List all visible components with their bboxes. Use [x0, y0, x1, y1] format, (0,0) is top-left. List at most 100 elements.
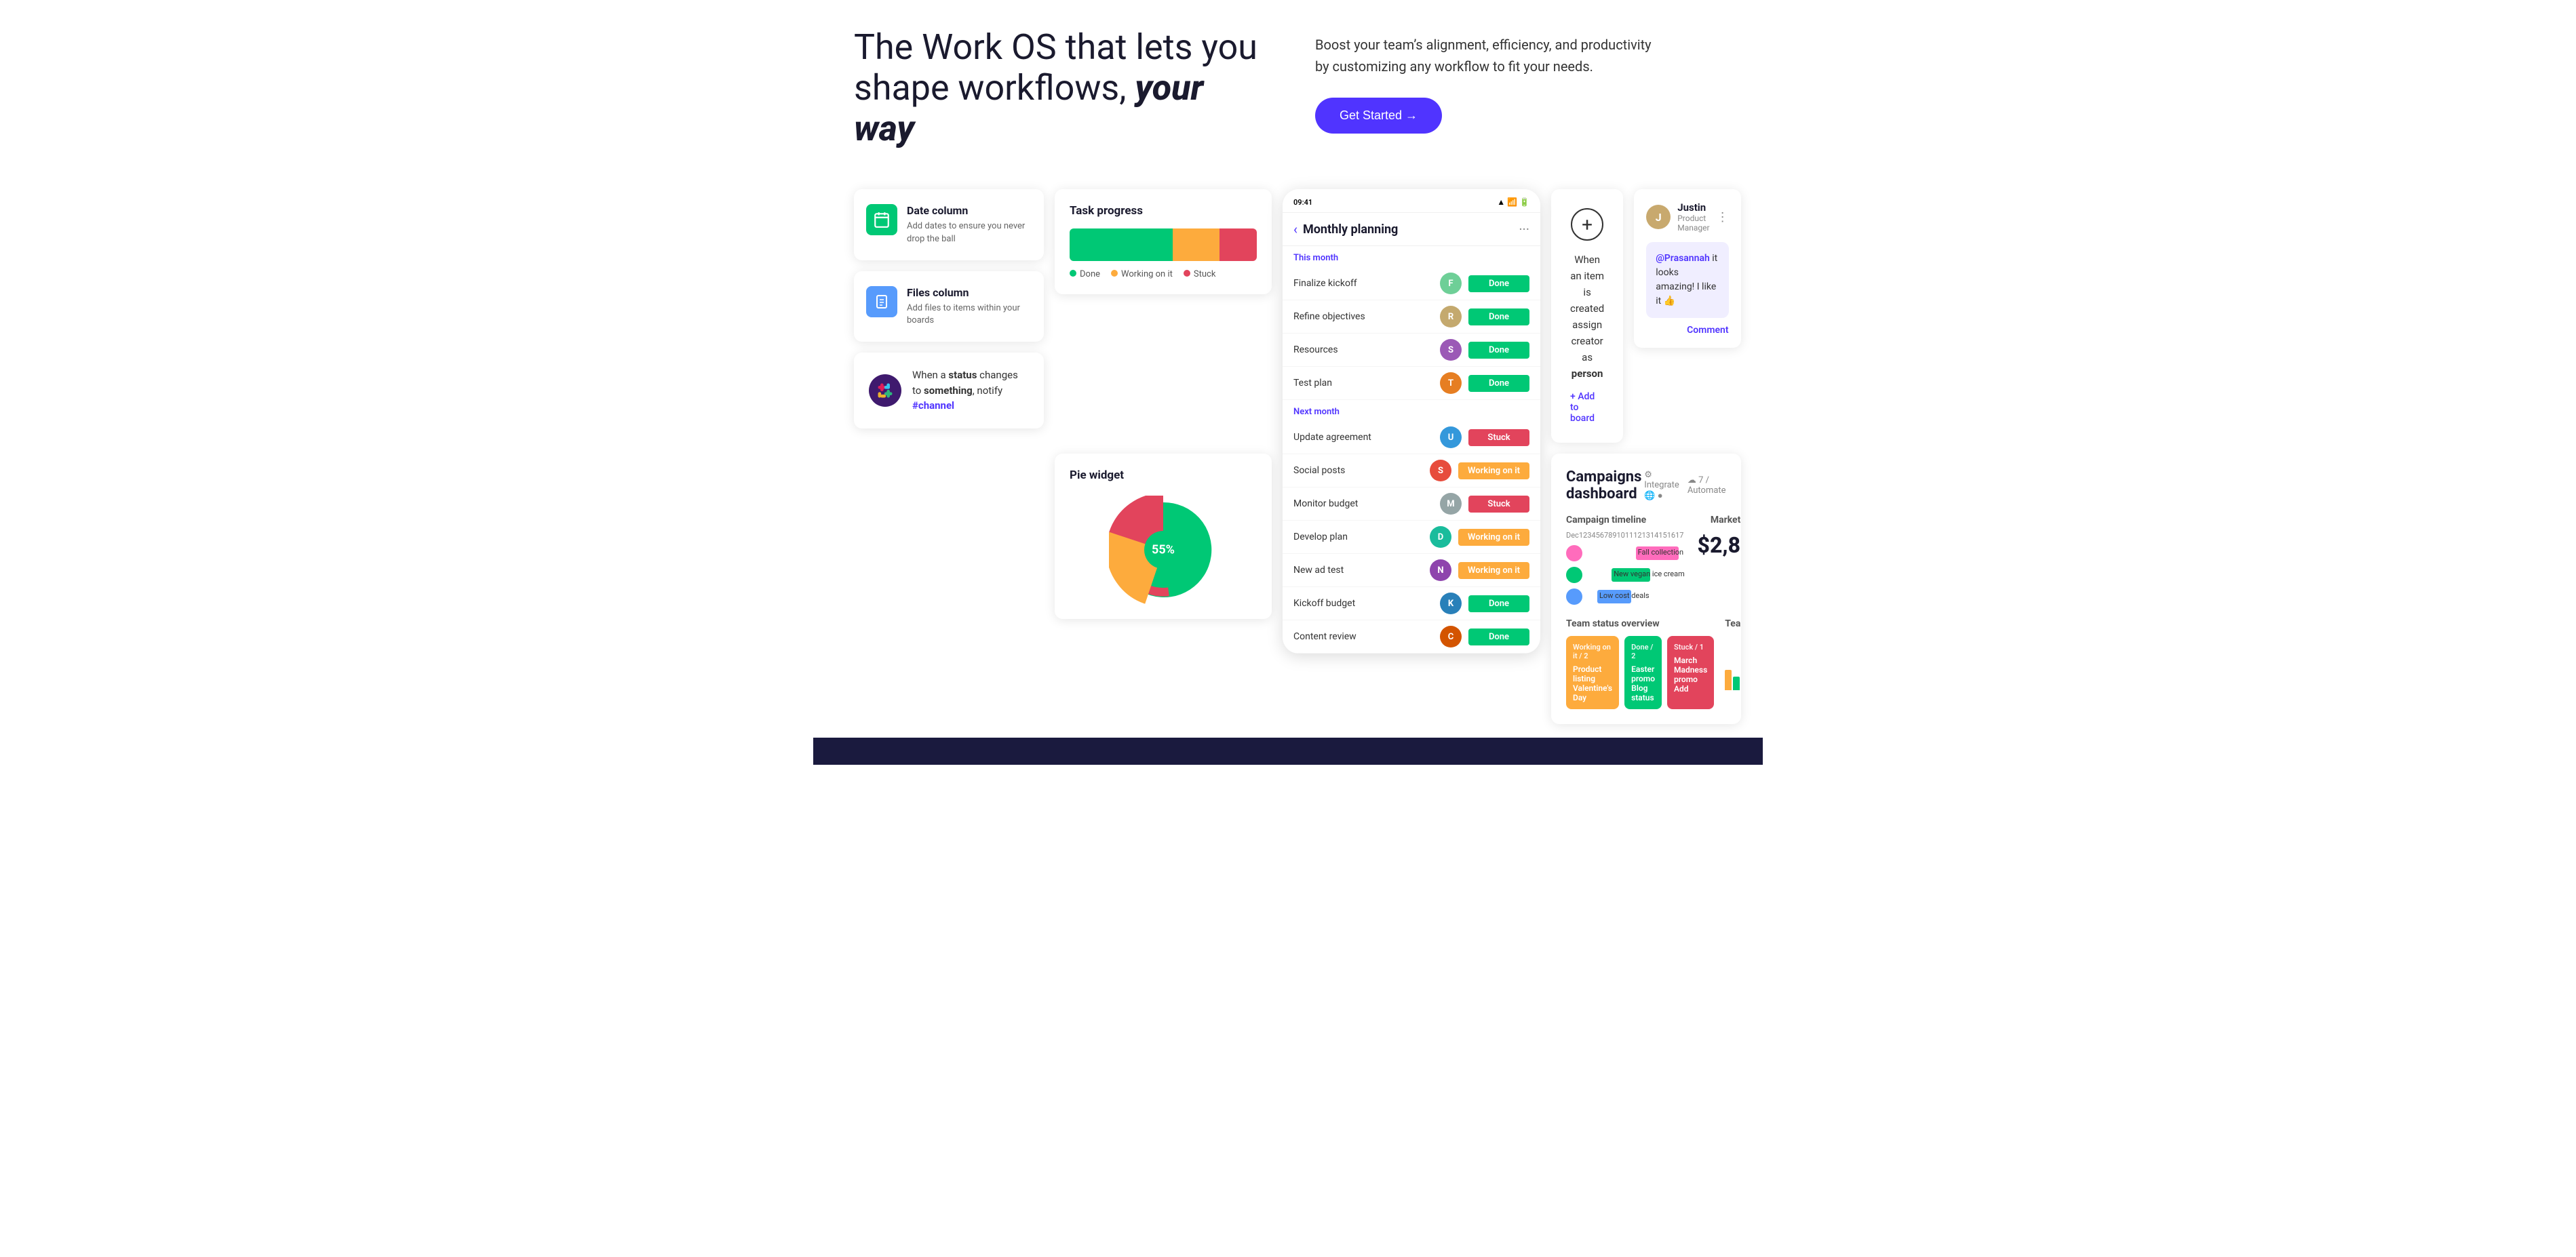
pie-widget-title: Pie widget	[1070, 468, 1124, 482]
left-column: Date column Add dates to ensure you neve…	[854, 189, 1044, 428]
automation-text: When a status changes to something, noti…	[912, 367, 1029, 414]
slack-icon	[869, 374, 901, 407]
legend-stuck: Stuck	[1184, 269, 1216, 279]
commenter-avatar: J	[1646, 205, 1671, 229]
section-this-month: This month	[1283, 246, 1540, 267]
table-row: Refine objectives R Done	[1283, 300, 1540, 334]
pie-chart: 55%	[1109, 496, 1217, 604]
status-badge: Stuck	[1468, 429, 1529, 446]
avatar: R	[1440, 306, 1462, 327]
automation-right-text: When an item is created assign creator a…	[1570, 252, 1604, 382]
team-status-cards-col: Team status overview Working on it / 2 P…	[1566, 618, 1714, 709]
avatar: D	[1430, 526, 1451, 548]
status-badge: Done	[1468, 308, 1529, 325]
progress-legend: Done Working on it Stuck	[1070, 269, 1257, 279]
table-row: Kickoff budget K Done	[1283, 587, 1540, 620]
table-row: Finalize kickoff F Done	[1283, 267, 1540, 300]
avatar: M	[1440, 493, 1462, 515]
status-mini-label: Done / 2	[1631, 643, 1655, 660]
avatar: S	[1440, 339, 1462, 361]
pie-widget-card: Pie widget	[1055, 454, 1272, 619]
phone-signal-icon: ▲ 📶 🔋	[1497, 197, 1529, 207]
status-mini-label: Working on it / 2	[1573, 643, 1612, 660]
timeline-label: Fall collection	[1638, 548, 1684, 557]
phone-status-bar: 09:41 ▲ 📶 🔋	[1283, 189, 1540, 213]
table-row: Resources S Done	[1283, 334, 1540, 367]
team-status-label: Team status overview	[1566, 618, 1714, 629]
status-badge: Done	[1468, 342, 1529, 359]
status-badge: Working on it	[1458, 529, 1529, 546]
files-column-desc: Add files to items within your boards	[907, 302, 1029, 327]
task-progress-title: Task progress	[1070, 204, 1257, 218]
table-row: Monitor budget M Stuck	[1283, 487, 1540, 521]
automation-card: When a status changes to something, noti…	[854, 353, 1044, 428]
bar-chart	[1725, 636, 1740, 690]
comment-more-icon[interactable]: ⋮	[1717, 210, 1729, 224]
avatar: F	[1440, 273, 1462, 294]
avatar: K	[1440, 593, 1462, 614]
more-options-icon[interactable]: ···	[1519, 221, 1529, 237]
status-mini-item: Easter promo	[1631, 664, 1655, 683]
legend-done: Done	[1070, 269, 1100, 279]
marketing-arr-label: Marketing ARR goal	[1698, 515, 1741, 525]
commenter-name: Justin	[1677, 201, 1709, 214]
timeline-bar-container: Low cost deals	[1588, 590, 1684, 603]
task-progress-card: Task progress Done Working on it Stuck	[1055, 189, 1272, 294]
table-row: Test plan T Done	[1283, 367, 1540, 400]
timeline-rows: Fall collection New vegan ice cream	[1566, 545, 1684, 605]
status-badge: Done	[1468, 595, 1529, 612]
status-badge: Stuck	[1468, 496, 1529, 513]
files-column-card: Files column Add files to items within y…	[854, 271, 1044, 342]
comment-mention: @Prasannah	[1656, 253, 1710, 264]
status-mini-item: Product listing	[1573, 664, 1612, 683]
back-icon[interactable]: ‹	[1293, 221, 1297, 237]
timeline-label: New vegan ice cream	[1614, 570, 1685, 578]
team-status-section: Team status overview Working on it / 2 P…	[1566, 618, 1726, 709]
timeline-label: Low cost deals	[1599, 591, 1650, 600]
campaigns-dashboard-card: Campaigns dashboard ⚙ Integrate 🌐 ● ☁ 7 …	[1551, 454, 1741, 724]
arr-value: $2,810,360	[1698, 532, 1741, 558]
status-badge: Working on it	[1458, 562, 1529, 579]
comment-card: J Justin Product Manager ⋮ @Prasannah it…	[1634, 189, 1740, 348]
comment-action-button[interactable]: Comment	[1646, 325, 1728, 336]
avatar: S	[1430, 460, 1451, 481]
status-mini-card-done: Done / 2 Easter promo Blog status	[1624, 636, 1662, 709]
status-mini-item: Add	[1674, 684, 1707, 694]
timeline-dates: Dec 1234567891011121314151617	[1566, 531, 1684, 540]
phone-mockup: 09:41 ▲ 📶 🔋 ‹ Monthly planning ··· This …	[1283, 189, 1540, 654]
progress-bar	[1070, 228, 1257, 261]
comment-header: J Justin Product Manager ⋮	[1646, 201, 1728, 233]
timeline-bar-container: Fall collection	[1588, 546, 1684, 560]
automate-button[interactable]: ☁ 7 / Automate	[1687, 475, 1726, 496]
avatar: C	[1440, 626, 1462, 647]
hero-title: The Work OS that lets you shape workflow…	[854, 27, 1261, 148]
campaigns-tools: ⚙ Integrate 🌐 ● ☁ 7 / Automate	[1644, 470, 1725, 501]
avatar	[1566, 545, 1582, 561]
status-mini-card-working: Working on it / 2 Product listing Valent…	[1566, 636, 1619, 709]
avatar	[1566, 588, 1582, 605]
timeline-bar-container: New vegan ice cream	[1588, 568, 1684, 582]
phone-board-title: Monthly planning	[1303, 222, 1519, 237]
add-to-board-button[interactable]: + Add to board	[1570, 391, 1604, 424]
progress-done-segment	[1070, 228, 1173, 261]
phone-time: 09:41	[1293, 198, 1312, 207]
status-mini-item: Valentine's Day	[1573, 683, 1612, 702]
files-column-title: Files column	[907, 286, 1029, 299]
date-icon	[866, 204, 897, 235]
campaign-timeline: Campaign timeline Dec 123456789101112131…	[1566, 515, 1684, 605]
progress-working-segment	[1173, 228, 1219, 261]
integrate-icon[interactable]: ⚙ Integrate 🌐 ●	[1644, 470, 1679, 501]
files-icon	[866, 286, 897, 317]
legend-working: Working on it	[1111, 269, 1173, 279]
avatar	[1566, 567, 1582, 583]
avatar: U	[1440, 426, 1462, 448]
phone-title-row: ‹ Monthly planning ···	[1283, 213, 1540, 246]
get-started-button[interactable]: Get Started →	[1315, 98, 1442, 134]
date-column-card: Date column Add dates to ensure you neve…	[854, 189, 1044, 260]
status-cards-row: Working on it / 2 Product listing Valent…	[1566, 636, 1714, 709]
timeline-title: Campaign timeline	[1566, 515, 1684, 525]
status-badge: Done	[1468, 375, 1529, 392]
commenter-role: Product Manager	[1677, 214, 1709, 233]
status-mini-label: Stuck / 1	[1674, 643, 1707, 652]
status-badge: Working on it	[1458, 462, 1529, 479]
